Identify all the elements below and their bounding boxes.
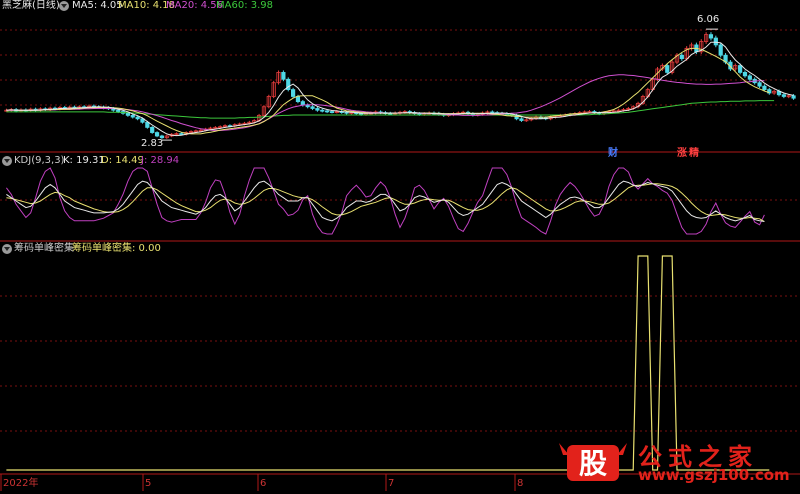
kdj-d-line [6, 183, 765, 222]
watermark: 股 公式之家 www.gszj100.com [553, 437, 793, 484]
tag-cai: 财 [608, 148, 618, 159]
candle-body [742, 72, 748, 77]
candle-body [320, 109, 325, 112]
kdj-d-label: D: 14.49 [101, 155, 144, 166]
candle-body [305, 104, 310, 108]
stock-title: 黑芝麻(日线) [2, 0, 60, 11]
candle-body [145, 121, 150, 128]
candle-body [325, 110, 330, 113]
candle-body [791, 95, 796, 99]
low-annotation: 2.83 [141, 138, 164, 149]
tag-jing: 精 [689, 148, 699, 159]
chip-title: 筹码单峰密集 [14, 243, 74, 254]
panel-menu-icon[interactable] [59, 1, 69, 11]
candle-body [130, 114, 135, 118]
candle-body [329, 111, 335, 113]
candle-body [125, 112, 131, 116]
candle-body [154, 132, 160, 137]
candle-body [116, 109, 121, 112]
chip-value-label: 筹码单峰密集: 0.00 [72, 243, 161, 254]
candle-body [310, 106, 315, 109]
candle-body [708, 34, 714, 39]
ma5-label: MA5: 4.05 [72, 0, 123, 11]
candle-body [757, 82, 762, 87]
candle-body [295, 96, 301, 103]
candle-body [781, 94, 786, 97]
tag-zhangting: 涨 [677, 148, 687, 159]
candle-body [738, 65, 743, 73]
candle-body [679, 54, 684, 60]
ma20-label: MA20: 4.56 [166, 0, 224, 11]
x-label-5: 5 [145, 478, 152, 489]
candle-body [135, 116, 140, 120]
watermark-logo: 股 [559, 443, 627, 481]
x-label-year: 2022年 [3, 478, 39, 489]
candle-body [179, 133, 184, 135]
kdj-title: KDJ(9,3,3) [14, 155, 65, 166]
chip-menu-icon[interactable] [2, 244, 12, 254]
candle-body [281, 72, 286, 80]
candle-body [490, 111, 495, 114]
x-label-8: 8 [517, 478, 524, 489]
candle-body [713, 37, 718, 46]
ma10-line [6, 47, 770, 135]
candle-body [150, 126, 155, 133]
candle-body [291, 89, 296, 97]
x-label-6: 6 [260, 478, 267, 489]
candle-body [519, 118, 524, 121]
kdj-j-line [5, 167, 765, 235]
ma60-label: MA60: 3.98 [216, 0, 274, 11]
chart-stage: 黑芝麻(日线) MA5: 4.05 MA10: 4.18 MA20: 4.56 … [0, 0, 800, 491]
x-label-7: 7 [388, 478, 395, 489]
kdj-j-label: J: 28.94 [141, 155, 180, 166]
kdj-menu-icon[interactable] [2, 156, 12, 166]
candle-body [762, 85, 767, 90]
candle-body [718, 44, 723, 56]
candle-body [665, 65, 670, 73]
high-annotation: 6.06 [697, 14, 720, 25]
candle-body [315, 108, 320, 111]
kdj-k-label: K: 19.31 [63, 155, 105, 166]
watermark-url: www.gszj100.com [638, 466, 790, 484]
watermark-logo-char: 股 [579, 447, 607, 480]
candle-body [747, 75, 752, 80]
